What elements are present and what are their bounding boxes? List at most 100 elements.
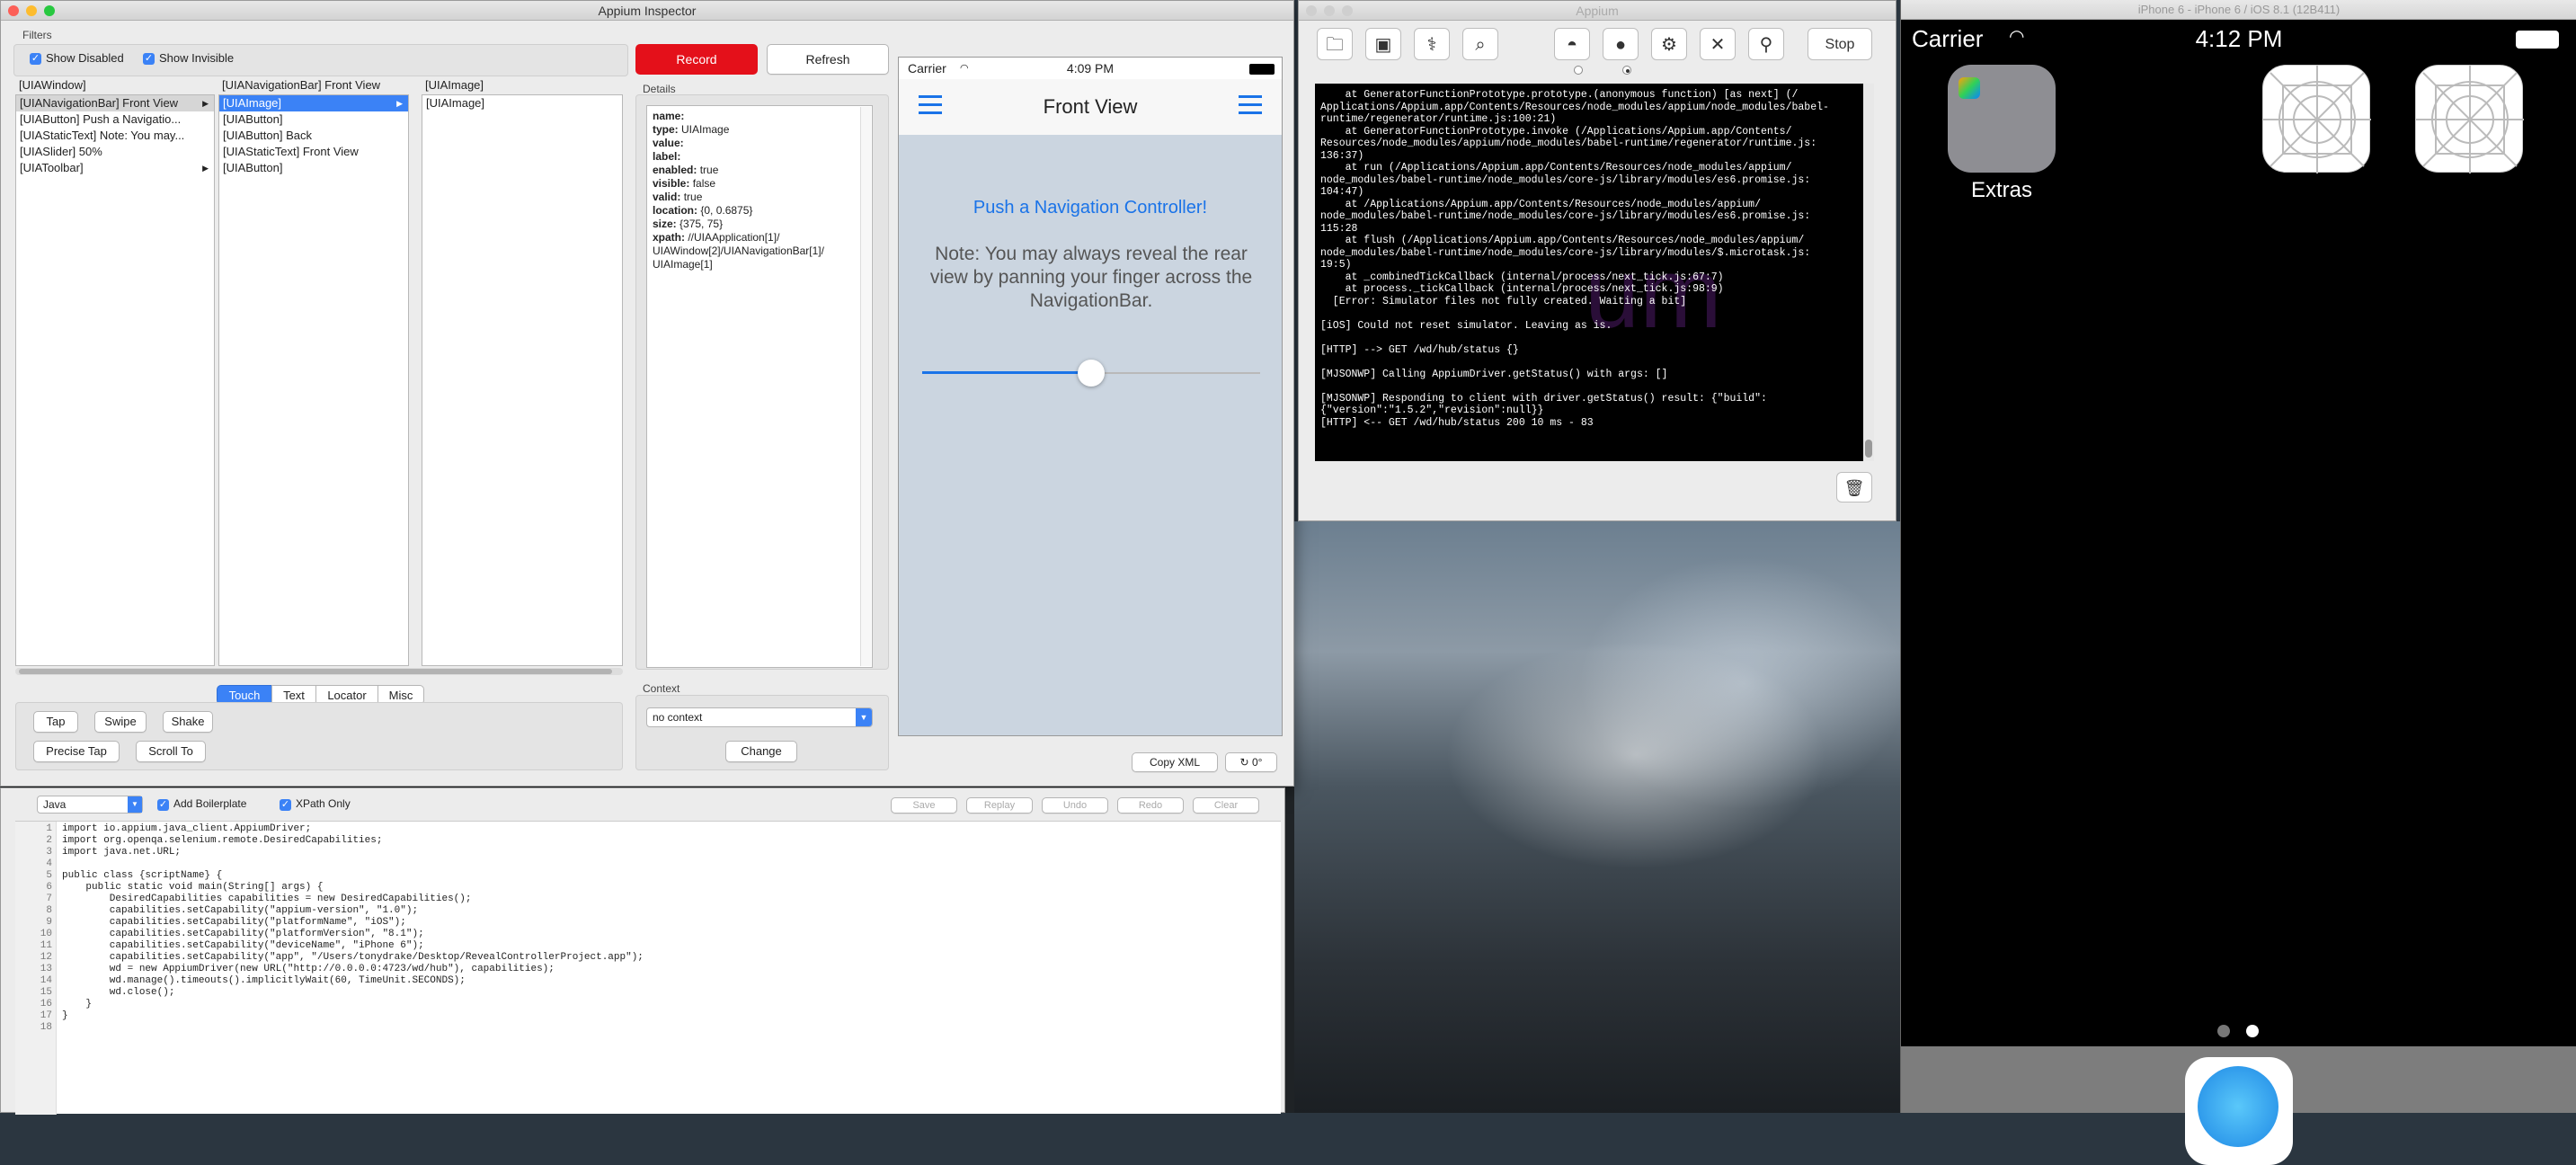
stop-button[interactable]: Stop [1808,28,1872,60]
trash-icon[interactable]: 🗑 [1836,472,1872,502]
detail-row: type: UIAImage [653,123,730,136]
list-item[interactable]: [UIAImage] [422,95,622,111]
line-number: 1 [46,823,52,834]
gear-icon[interactable]: ⚙ [1651,28,1687,60]
page-dot[interactable] [2217,1025,2230,1037]
device-preview[interactable]: Carrier ◠ 4:09 PM Front View Push a Navi… [898,57,1283,736]
context-select[interactable]: no context ▼ [646,707,873,727]
sim-time: 4:12 PM [2195,25,2283,52]
swipe-button[interactable]: Swipe [94,711,147,733]
log-line: [HTTP] <-- GET /wd/hub/status 200 10 ms … [1320,416,1594,429]
android-icon[interactable]: ◓ [1554,28,1590,60]
slider-thumb[interactable] [1078,360,1105,387]
list-item[interactable]: [UIAStaticText] Front View [219,144,408,160]
element-column-1[interactable]: [UIANavigationBar] Front View ▶ [UIAButto… [15,94,215,666]
list-item[interactable]: [UIASlider] 50% [16,144,214,160]
page-dot-active[interactable] [2246,1025,2259,1037]
log-line: 104:47) [1320,186,1364,198]
list-item[interactable]: [UIAStaticText] Note: You may... [16,128,214,144]
element-column-3[interactable]: [UIAImage] [422,94,623,666]
save-icon[interactable]: ▣ [1365,28,1401,60]
inspector-search-icon[interactable]: ⌕ [1462,28,1498,60]
minimize-window-button[interactable] [1324,5,1335,16]
code-line: wd = new AppiumDriver(new URL("http://0.… [62,964,555,974]
list-item[interactable]: [UIAButton] [219,160,408,176]
detail-row: UIAWindow[2]/UIANavigationBar[1]/ [653,245,824,257]
clear-button[interactable]: Clear [1193,797,1259,814]
detail-row: xpath: //UIAApplication[1]/ [653,231,780,244]
code-line: capabilities.setCapability("app", "/User… [62,952,644,963]
list-item[interactable]: [UIAButton] Back [219,128,408,144]
element-column-2[interactable]: [UIAImage] ▶ [UIAButton] [UIAButton] Back… [218,94,409,666]
apple-icon[interactable]: ● [1603,28,1639,60]
console-scrollbar[interactable] [1863,84,1874,461]
safari-icon[interactable] [2185,1057,2293,1165]
list-item[interactable]: [UIANavigationBar] Front View ▶ [16,95,214,111]
preview-slider[interactable] [922,360,1260,387]
code-line: public static void main(String[] args) { [62,882,324,893]
rotate-button[interactable]: ↻ 0° [1225,752,1277,772]
push-navigation-link[interactable]: Push a Navigation Controller! [899,198,1282,218]
appium-server-window: Appium 🗀 ▣ ⚕ ⌕ ◓ ● ⚙ ✕ ⚲ Stop um at Gene… [1298,0,1896,521]
precise-tap-button[interactable]: Precise Tap [33,741,120,762]
show-disabled-checkbox[interactable]: ✓ [30,53,41,65]
hamburger-icon[interactable] [1239,95,1262,115]
code-line: wd.manage().timeouts().implicitlyWait(60… [62,975,466,986]
detail-row: visible: false [653,177,716,190]
zoom-window-button[interactable] [1342,5,1353,16]
change-button[interactable]: Change [725,741,797,762]
placeholder-app-icon[interactable] [2262,65,2371,173]
home-screen[interactable]: Carrier ◠ 4:12 PM Extras [1901,20,2576,1165]
close-window-button[interactable] [8,5,19,16]
log-line: [HTTP] --> GET /wd/hub/status {} [1320,343,1519,356]
doctor-stethoscope-icon[interactable]: ⚕ [1414,28,1450,60]
list-item[interactable]: [UIAImage] ▶ [219,95,408,111]
open-folder-icon[interactable]: 🗀 [1317,28,1353,60]
minimize-window-button[interactable] [26,5,37,16]
copy-xml-button[interactable]: Copy XML [1132,752,1218,772]
chevron-down-icon: ▼ [856,708,872,726]
save-button[interactable]: Save [891,797,957,814]
detail-row: enabled: true [653,164,719,176]
shake-button[interactable]: Shake [163,711,213,733]
refresh-button[interactable]: Refresh [767,44,889,75]
list-item[interactable]: [UIAButton] Push a Navigatio... [16,111,214,128]
extras-folder-icon[interactable] [1948,65,2056,173]
code-line: import java.net.URL; [62,847,182,858]
undo-button[interactable]: Undo [1042,797,1108,814]
show-invisible-label: Show Invisible [159,51,235,65]
log-line: 136:37) [1320,149,1364,162]
page-indicator-dot[interactable] [1622,66,1631,75]
list-item[interactable]: [UIAToolbar] ▶ [16,160,214,176]
horizontal-scrollbar[interactable] [15,668,623,675]
log-line: 19:5) [1320,259,1352,271]
language-select[interactable]: Java ▼ [37,796,143,814]
close-window-button[interactable] [1306,5,1317,16]
battery-icon [1249,64,1275,75]
inspector-title: Appium Inspector [598,4,697,18]
add-boilerplate-checkbox[interactable]: ✓ [157,799,169,811]
line-gutter: 1 2 3 4 5 6 7 8 9 10 11 12 13 14 15 16 17 18 [15,822,57,1115]
robot-icon[interactable]: ⚲ [1748,28,1784,60]
log-line: [iOS] Could not reset simulator. Leaving… [1320,319,1612,332]
replay-button[interactable]: Replay [966,797,1033,814]
server-log-console[interactable]: um at GeneratorFunctionPrototype.prototy… [1315,84,1874,461]
scroll-to-button[interactable]: Scroll To [136,741,206,762]
xpath-only-checkbox[interactable]: ✓ [280,799,291,811]
zoom-window-button[interactable] [44,5,55,16]
page-indicator-dot[interactable] [1574,66,1583,75]
log-line: at process._tickCallback (internal/proce… [1320,283,1724,295]
line-number: 3 [46,847,52,858]
redo-button[interactable]: Redo [1117,797,1184,814]
details-scrollbar[interactable] [860,107,871,666]
tap-button[interactable]: Tap [33,711,78,733]
show-invisible-checkbox[interactable]: ✓ [143,53,155,65]
record-button[interactable]: Record [635,44,758,75]
code-line: } [62,999,93,1009]
placeholder-app-icon[interactable] [2415,65,2524,173]
log-line: [MJSONWP] Responding to client with driv… [1320,392,1767,405]
developer-tools-icon[interactable]: ✕ [1700,28,1736,60]
list-item[interactable]: [UIAButton] [219,111,408,128]
code-editor[interactable]: 1 2 3 4 5 6 7 8 9 10 11 12 13 14 15 16 17 18 import io.ap… [15,821,1281,1115]
